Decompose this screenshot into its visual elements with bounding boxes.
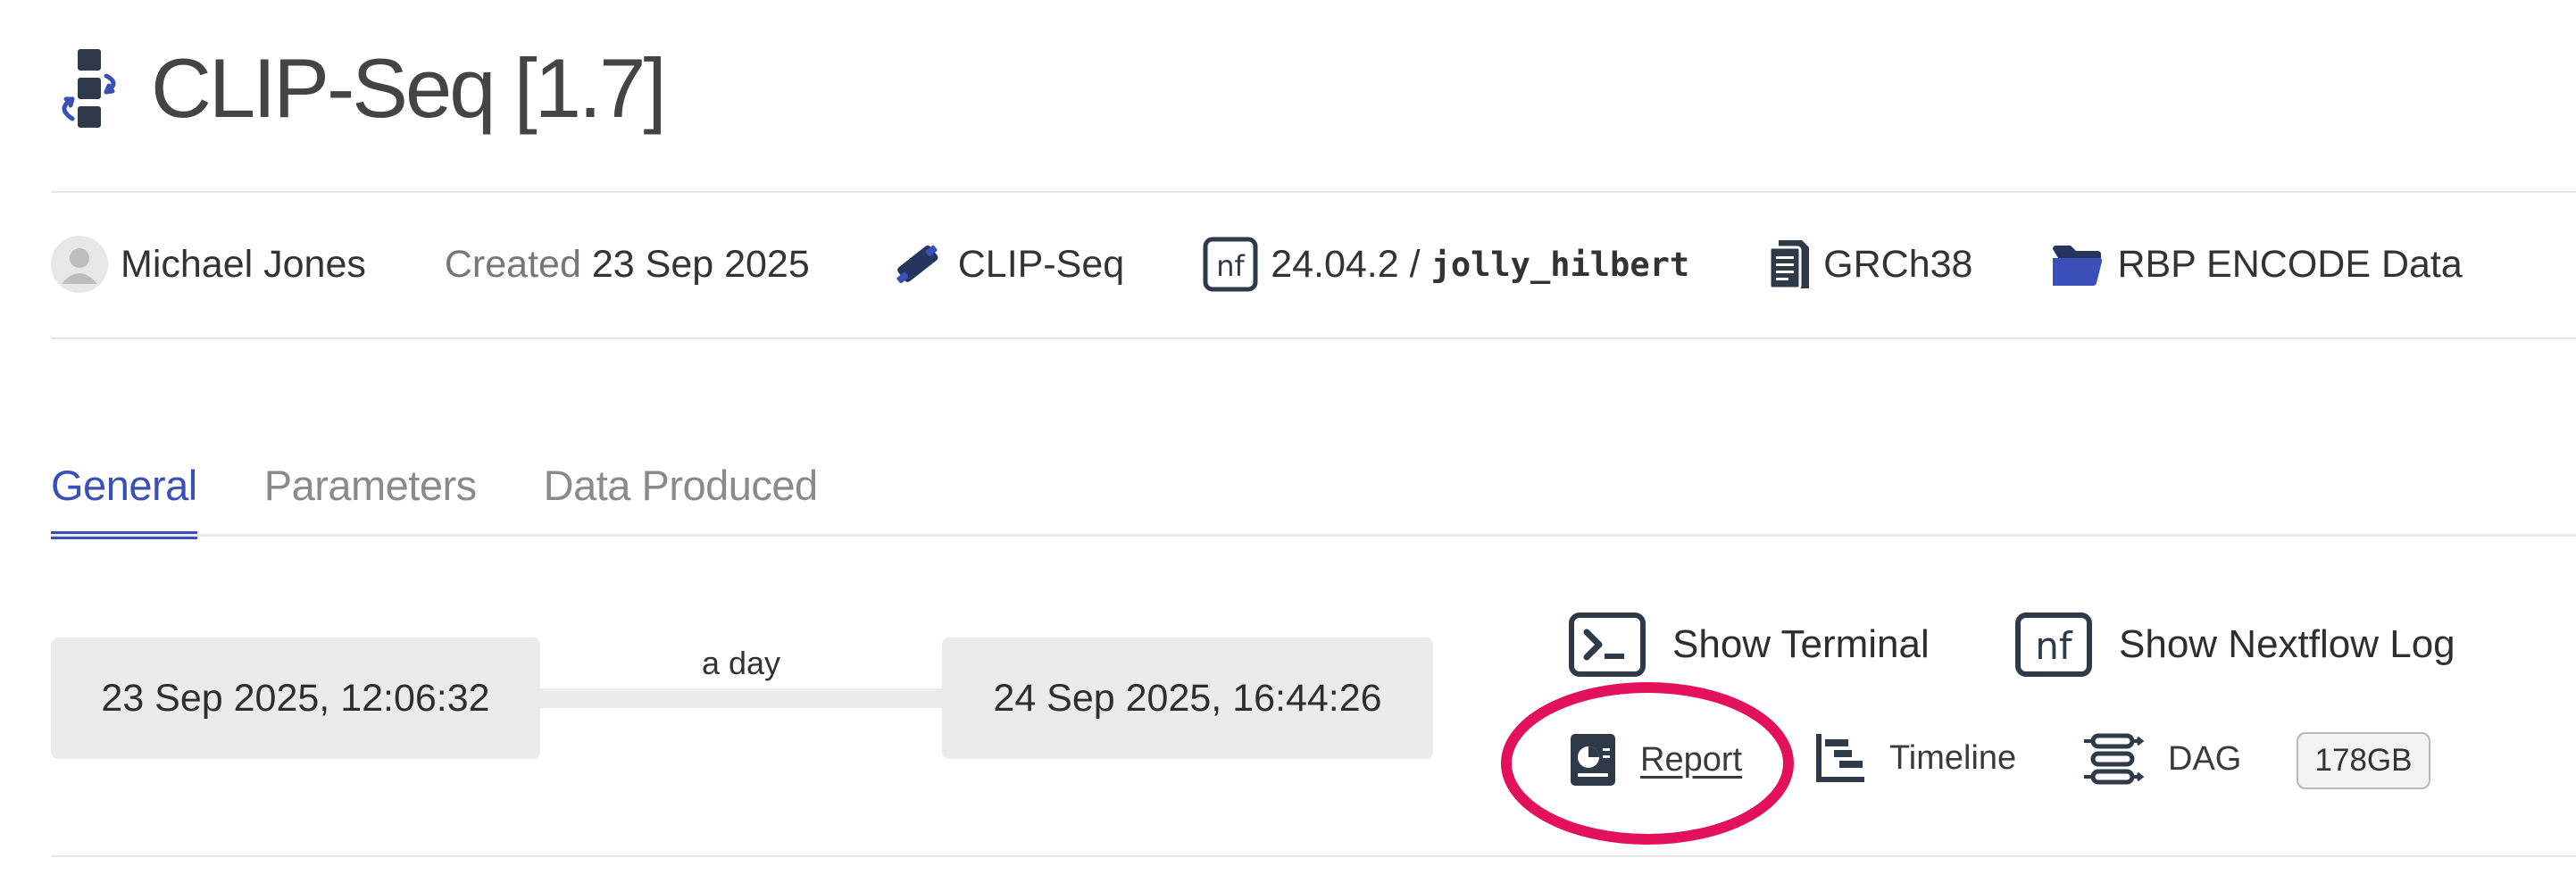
end-time: 24 Sep 2025, 16:44:26 (942, 638, 1433, 759)
folder-icon (2053, 246, 2103, 286)
show-terminal-label: Show Terminal (1672, 622, 1930, 666)
tab-bar-border (51, 534, 2576, 537)
genome-info: GRCh38 (1768, 238, 1972, 290)
report-icon (1571, 734, 1615, 786)
genome-name: GRCh38 (1823, 242, 1973, 286)
size-badge: 178GB (2297, 732, 2430, 789)
page-header: CLIP-Seq [1.7] (51, 39, 667, 138)
start-time: 23 Sep 2025, 12:06:32 (51, 638, 540, 759)
run-duration: a day (701, 645, 781, 681)
terminal-icon (1569, 612, 1646, 677)
tab-parameters[interactable]: Parameters (264, 446, 477, 539)
pipeline-link[interactable]: CLIP-Seq (888, 236, 1124, 293)
timeline-icon (1816, 734, 1864, 782)
tab-bar: General Parameters Data Produced (51, 446, 885, 539)
dag-label: DAG (2168, 739, 2242, 778)
tab-general[interactable]: General (51, 446, 197, 539)
document-icon (1768, 240, 1810, 290)
svg-text:nf: nf (1216, 249, 1245, 283)
tab-data-produced[interactable]: Data Produced (544, 446, 819, 539)
show-nextflow-log-button[interactable]: nf Show Nextflow Log (2015, 612, 2455, 677)
created-date: 23 Sep 2025 (591, 242, 810, 286)
nextflow-log-icon: nf (2015, 612, 2092, 677)
timeline-link[interactable]: Timeline (1814, 732, 2016, 784)
show-terminal-button[interactable]: Show Terminal (1569, 612, 1930, 677)
project-link[interactable]: RBP ENCODE Data (2051, 242, 2463, 287)
nextflow-icon: nf (1203, 237, 1258, 292)
avatar (51, 236, 108, 293)
pipeline-name: CLIP-Seq (957, 242, 1125, 286)
nextflow-version-number: 24.04.2 / (1271, 242, 1421, 286)
header-divider (51, 191, 2576, 193)
report-label: Report (1640, 740, 1743, 779)
project-name: RBP ENCODE Data (2117, 242, 2463, 286)
pipeline-icon (62, 49, 116, 128)
show-nextflow-log-label: Show Nextflow Log (2119, 622, 2455, 666)
timeline-label: Timeline (1889, 738, 2017, 777)
run-name: jolly_hilbert (1430, 245, 1690, 284)
meta-divider (51, 338, 2576, 339)
svg-text:nf: nf (2035, 624, 2073, 668)
nextflow-version: nf 24.04.2 / jolly_hilbert (1203, 237, 1689, 292)
created-info: Created 23 Sep 2025 (445, 243, 810, 287)
user-name: Michael Jones (121, 242, 366, 286)
section-divider (51, 855, 2576, 857)
dag-icon (2084, 733, 2145, 785)
run-metadata: Michael Jones Created 23 Sep 2025 CLIP-S… (51, 229, 2541, 300)
dag-link[interactable]: DAG (2082, 732, 2241, 786)
created-label: Created (444, 242, 581, 286)
report-link[interactable]: Report (1569, 732, 1742, 788)
page-title: CLIP-Seq [1.7] (151, 41, 667, 135)
pipeline-tag-icon (896, 245, 938, 284)
run-owner[interactable]: Michael Jones (51, 236, 366, 293)
duration-connector (540, 688, 942, 708)
